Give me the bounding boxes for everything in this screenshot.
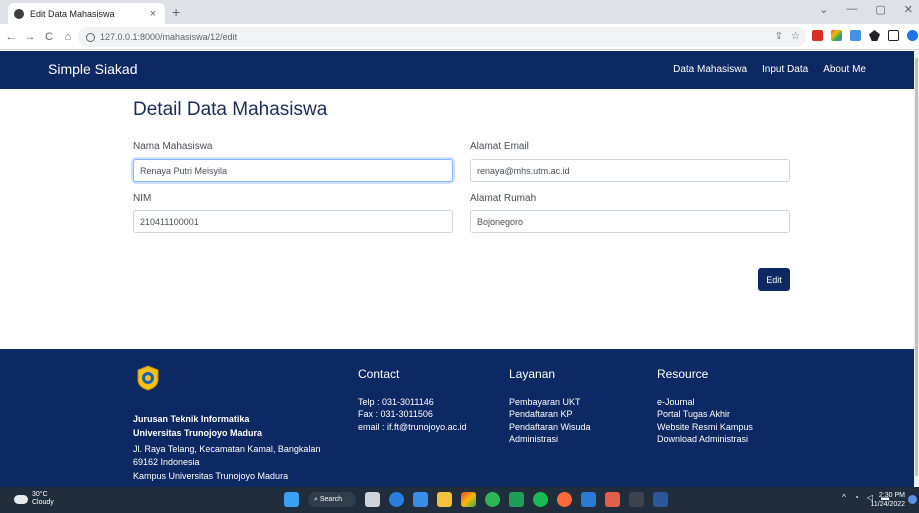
tab-title: Edit Data Mahasiswa (30, 8, 115, 19)
home-icon[interactable]: ⌂ (60, 31, 76, 43)
extensions: ⋮ (812, 30, 919, 41)
vscode-icon[interactable] (581, 492, 596, 507)
taskbar-apps: ⌕ Search (284, 492, 668, 507)
search-label: Search (319, 496, 343, 503)
footer-org-line2: Universitas Trunojoyo Madura (133, 428, 263, 438)
footer-address-line1: Jl. Raya Telang, Kecamatan Kamal, Bangka… (133, 444, 321, 454)
nama-label: Nama Mahasiswa (133, 141, 213, 152)
profile-avatar[interactable] (907, 30, 918, 41)
weather-desc: Cloudy (32, 499, 54, 506)
site-info-icon[interactable] (86, 32, 95, 42)
browser-tab[interactable]: Edit Data Mahasiswa × (8, 3, 165, 24)
nim-input[interactable]: 210411100001 (133, 210, 453, 233)
tab-close-icon[interactable]: × (147, 8, 159, 20)
puzzle-icon[interactable] (869, 30, 880, 41)
close-window-button[interactable]: ✕ (904, 3, 913, 16)
footer-layanan-title: Layanan (509, 367, 556, 381)
extension-icon[interactable] (850, 30, 861, 41)
maximize-button[interactable]: ▢ (875, 3, 885, 16)
store-icon[interactable] (413, 492, 428, 507)
footer-layanan-link[interactable]: Pembayaran UKT (509, 396, 581, 408)
footer-resource-link[interactable]: Website Resmi Kampus (657, 421, 753, 433)
new-tab-button[interactable]: + (172, 4, 180, 20)
word-icon[interactable] (653, 492, 668, 507)
footer-layanan-link[interactable]: Pendaftaran Wisuda (509, 421, 591, 433)
extension-icon[interactable] (812, 30, 823, 41)
xampp-icon[interactable] (605, 492, 620, 507)
clock-date: 11/24/2022 (870, 501, 905, 508)
alamat-label: Alamat Rumah (470, 193, 537, 204)
os-taskbar: 30°C Cloudy ⌕ Search ^ ◔ ◁ ▬ 2:30 PM 11/… (0, 487, 919, 513)
footer-contact-item: Telp : 031-3011146 (358, 397, 434, 407)
back-icon[interactable]: ← (3, 31, 19, 43)
windows-start-icon[interactable] (284, 492, 299, 507)
globe-icon (14, 8, 24, 19)
tray-chevron-icon[interactable]: ^ (842, 493, 846, 502)
footer-resource-link[interactable]: Portal Tugas Akhir (657, 408, 730, 420)
footer-resource-link[interactable]: Download Administrasi (657, 433, 748, 445)
nav-input-data[interactable]: Input Data (762, 64, 808, 75)
footer-layanan-link[interactable]: Administrasi (509, 433, 558, 445)
footer-org-line1: Jurusan Teknik Informatika (133, 414, 250, 424)
window-controls: ⌄ — ▢ ✕ (819, 3, 913, 16)
address-toolbar: ← → C ⌂ 127.0.0.1:8000/mahasiswa/12/edit… (0, 24, 919, 50)
whatsapp-icon[interactable] (485, 492, 500, 507)
wifi-icon[interactable]: ◔ (854, 493, 859, 502)
weather-temp: 30°C (32, 491, 48, 498)
extension-icon[interactable] (831, 30, 842, 41)
browser-tab-bar: Edit Data Mahasiswa × + ⌄ — ▢ ✕ (0, 0, 919, 24)
browser-icon[interactable] (557, 492, 572, 507)
url-text: 127.0.0.1:8000/mahasiswa/12/edit (100, 32, 238, 42)
tab-search-icon[interactable]: ⌄ (819, 3, 828, 16)
footer-contact-title: Contact (358, 367, 400, 381)
page-title: Detail Data Mahasiswa (133, 99, 328, 120)
share-icon[interactable]: ⇪ (775, 31, 783, 42)
minimize-button[interactable]: — (846, 3, 857, 16)
footer-address-line3: Kampus Universitas Trunojoyo Madura (133, 471, 289, 481)
task-view-icon[interactable] (365, 492, 380, 507)
footer-contact-item: email : if.ft@trunojoyo.ac.id (358, 422, 467, 432)
edit-button[interactable]: Edit (758, 268, 790, 291)
url-bar[interactable]: 127.0.0.1:8000/mahasiswa/12/edit ⇪ ☆ (78, 27, 806, 47)
nama-input[interactable]: Renaya Putri Meisyila (133, 159, 453, 182)
clock[interactable]: 2:30 PM 11/24/2022 (870, 491, 905, 509)
terminal-icon[interactable] (629, 492, 644, 507)
nav-about-me[interactable]: About Me (823, 64, 866, 75)
sidepanel-icon[interactable] (888, 30, 899, 41)
forward-icon[interactable]: → (22, 31, 38, 43)
bookmark-star-icon[interactable]: ☆ (791, 31, 800, 42)
edge-icon[interactable] (389, 492, 404, 507)
footer-address-line2: 69162 Indonesia (133, 457, 200, 467)
site-navbar: Simple Siakad Data Mahasiswa Input Data … (0, 51, 914, 89)
app-icon[interactable] (509, 492, 524, 507)
university-logo (137, 365, 159, 391)
email-label: Alamat Email (470, 141, 529, 152)
email-input[interactable]: renaya@mhs.utm.ac.id (470, 159, 790, 182)
cloud-icon (14, 494, 28, 504)
footer-resource-link[interactable]: e-Journal (657, 396, 695, 408)
scrollbar-thumb[interactable] (915, 58, 918, 476)
file-explorer-icon[interactable] (437, 492, 452, 507)
clock-time: 2:30 PM (878, 492, 905, 499)
footer-resource-title: Resource (657, 367, 709, 381)
footer-layanan-link[interactable]: Pendaftaran KP (509, 408, 573, 420)
nav-data-mahasiswa[interactable]: Data Mahasiswa (673, 64, 747, 75)
spotify-icon[interactable] (533, 492, 548, 507)
brand-link[interactable]: Simple Siakad (48, 61, 138, 77)
nav-links: Data Mahasiswa Input Data About Me (673, 64, 866, 75)
taskbar-search[interactable]: ⌕ Search (308, 492, 356, 507)
footer-contact-item: Fax : 031-3011506 (358, 409, 433, 419)
alamat-input[interactable]: Bojonegoro (470, 210, 790, 233)
nim-label: NIM (133, 193, 152, 204)
reload-icon[interactable]: C (41, 31, 57, 43)
chrome-icon[interactable] (461, 492, 476, 507)
notification-icon[interactable] (908, 495, 917, 504)
weather-widget[interactable]: 30°C Cloudy (14, 491, 54, 507)
